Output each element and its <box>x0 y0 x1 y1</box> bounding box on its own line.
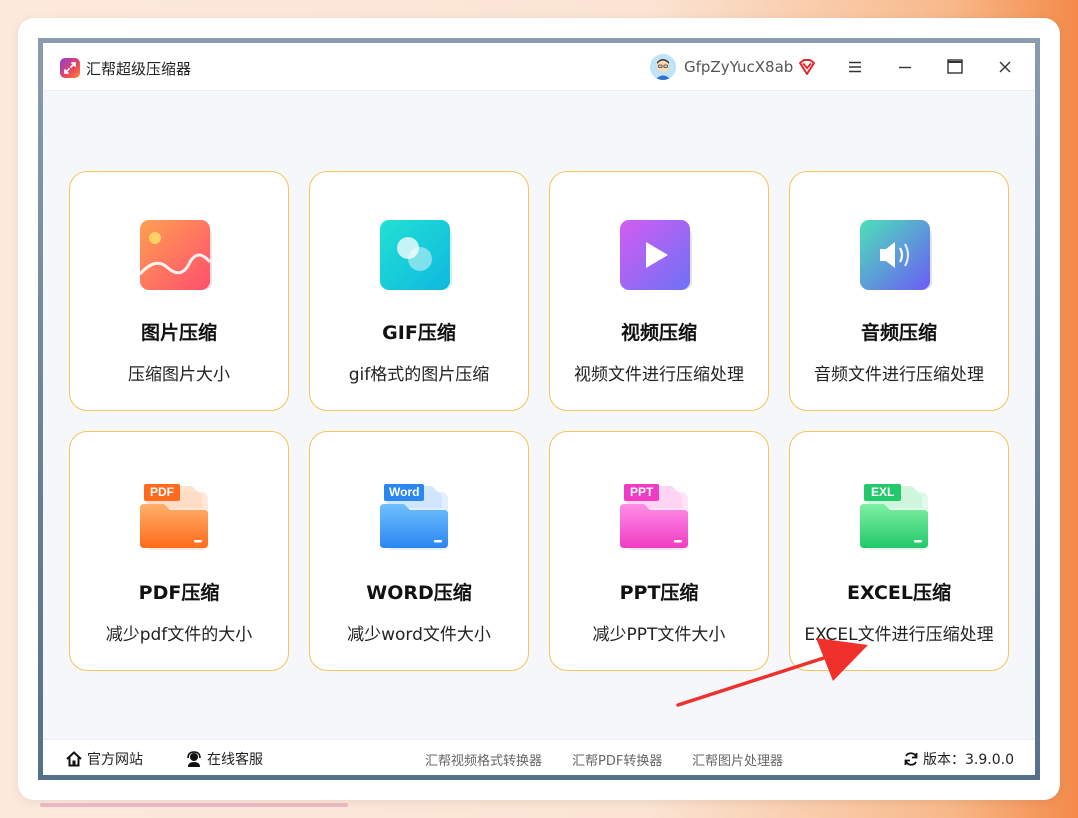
username[interactable]: GfpZyYucX8ab <box>684 58 793 76</box>
card-description: 压缩图片大小 <box>128 365 230 385</box>
ppt-folder-icon: PPT <box>618 478 694 554</box>
card-title: WORD压缩 <box>366 582 472 604</box>
video-play-icon <box>618 218 694 294</box>
word-badge: Word <box>384 484 425 501</box>
card-title: 图片压缩 <box>140 322 217 344</box>
card-description: 减少pdf文件的大小 <box>105 625 253 645</box>
card-description: EXCEL文件进行压缩处理 <box>804 625 994 645</box>
card-description: 减少PPT文件大小 <box>592 625 726 645</box>
video-converter-link[interactable]: 汇帮视频格式转换器 <box>425 750 542 769</box>
gif-icon <box>378 218 454 294</box>
card-gif-compress[interactable]: GIF压缩 gif格式的图片压缩 <box>309 171 529 411</box>
card-title: EXCEL压缩 <box>847 582 951 604</box>
card-word-compress[interactable]: Word WORD压缩 减少word文件大小 <box>309 431 529 671</box>
excel-badge: EXL <box>864 484 902 501</box>
maximize-icon[interactable] <box>943 55 967 79</box>
card-image-compress[interactable]: 图片压缩 压缩图片大小 <box>69 171 289 411</box>
version-label: 版本：3.9.0.0 <box>923 752 1014 768</box>
version-info[interactable]: 版本：3.9.0.0 <box>903 749 1014 769</box>
close-icon[interactable] <box>993 55 1017 79</box>
card-title: 视频压缩 <box>620 322 697 344</box>
card-description: 视频文件进行压缩处理 <box>574 365 744 385</box>
card-title: PPT压缩 <box>619 582 699 604</box>
card-title: GIF压缩 <box>382 322 456 344</box>
card-video-compress[interactable]: 视频压缩 视频文件进行压缩处理 <box>549 171 769 411</box>
card-description: 音频文件进行压缩处理 <box>814 365 984 385</box>
vip-diamond-icon[interactable] <box>797 57 817 81</box>
card-excel-compress[interactable]: EXL EXCEL压缩 EXCEL文件进行压缩处理 <box>789 431 1009 671</box>
footer-bar: 官方网站 在线客服 汇帮视频格式转换器 汇帮PDF转换器 汇帮图片处理器 版本：… <box>43 739 1035 775</box>
official-website-link[interactable]: 官方网站 <box>65 749 143 769</box>
card-title: PDF压缩 <box>138 582 220 604</box>
card-title: 音频压缩 <box>860 322 937 344</box>
image-icon <box>138 218 214 294</box>
card-description: gif格式的图片压缩 <box>348 365 490 385</box>
scroll-indicator <box>40 803 348 807</box>
image-processor-link[interactable]: 汇帮图片处理器 <box>692 750 783 769</box>
pdf-converter-link[interactable]: 汇帮PDF转换器 <box>572 750 662 769</box>
speaker-icon <box>858 218 934 294</box>
card-pdf-compress[interactable]: PDF PDF压缩 减少pdf文件的大小 <box>69 431 289 671</box>
home-icon <box>66 751 82 767</box>
user-avatar[interactable] <box>650 54 676 80</box>
card-description: 减少word文件大小 <box>347 625 491 645</box>
headset-icon <box>187 751 201 767</box>
pdf-folder-icon: PDF <box>138 478 214 554</box>
app-logo-icon <box>60 58 80 78</box>
online-support-label: 在线客服 <box>207 752 263 768</box>
titlebar: 汇帮超级压缩器 GfpZyYucX8ab <box>43 43 1035 91</box>
ppt-badge: PPT <box>624 484 660 501</box>
pdf-badge: PDF <box>144 484 180 501</box>
feature-grid: 图片压缩 压缩图片大小 GIF压缩 gif格式的图片压缩 视频压缩 视频文件进行… <box>43 91 1035 739</box>
official-website-label: 官方网站 <box>87 752 143 768</box>
app-window: 汇帮超级压缩器 GfpZyYucX8ab 图片压缩 压缩图片大小 GIF压缩 g… <box>43 43 1035 775</box>
minimize-icon[interactable] <box>893 55 917 79</box>
card-audio-compress[interactable]: 音频压缩 音频文件进行压缩处理 <box>789 171 1009 411</box>
card-ppt-compress[interactable]: PPT PPT压缩 减少PPT文件大小 <box>549 431 769 671</box>
online-support-link[interactable]: 在线客服 <box>185 749 263 769</box>
refresh-icon <box>904 752 918 766</box>
app-title: 汇帮超级压缩器 <box>86 60 192 78</box>
menu-icon[interactable] <box>843 55 867 79</box>
excel-folder-icon: EXL <box>858 478 934 554</box>
word-folder-icon: Word <box>378 478 454 554</box>
